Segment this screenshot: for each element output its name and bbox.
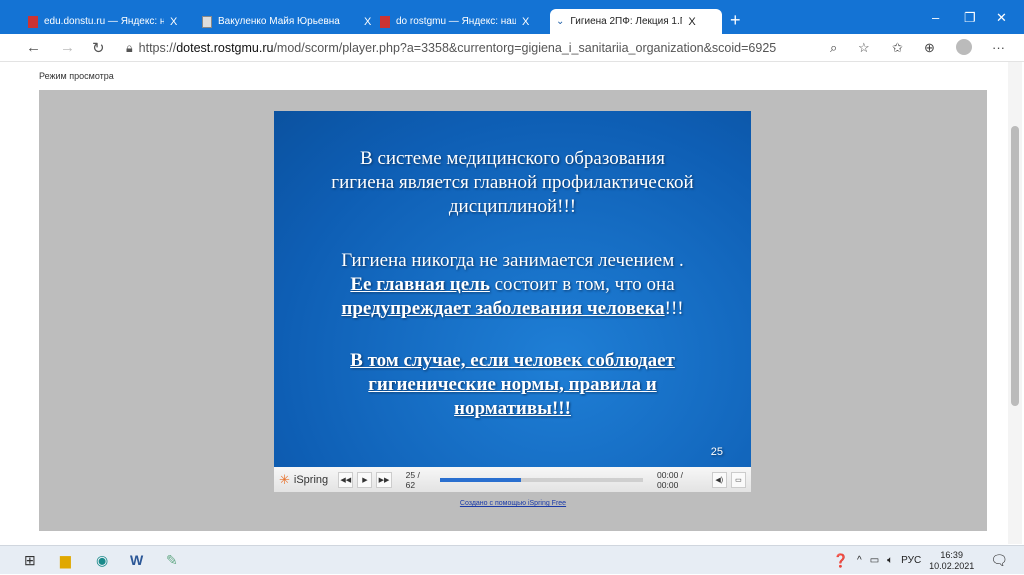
minimize-button[interactable]: – — [932, 10, 939, 25]
progress-bar[interactable] — [440, 477, 644, 482]
word-icon[interactable]: W — [130, 552, 143, 568]
slide-line: гигиена является главной профилактическо… — [331, 172, 694, 193]
close-tab-icon[interactable]: X — [688, 16, 695, 28]
yandex-icon — [380, 15, 390, 28]
slide-text: состоит в том, что она — [489, 274, 675, 295]
tab-label: Гигиена 2ПФ: Лекция 1.Гигиена — [570, 16, 682, 27]
more-menu-icon[interactable]: ··· — [992, 40, 1005, 55]
scorm-player-area: В системе медицинского образования гигие… — [39, 90, 987, 531]
battery-icon[interactable]: ▭ — [870, 555, 879, 566]
browser-tab[interactable]: edu.donstu.ru — Яндекс: нашлось X — [22, 9, 183, 34]
address-bar-row: ← → ↻ 🔒︎ https://dotest.rostgmu.ru/mod/sc… — [0, 34, 1024, 62]
slide-emphasis: предупреждает заболевания человека — [341, 298, 665, 319]
app-icon[interactable]: ✎ — [166, 552, 178, 569]
browser-tab-active[interactable]: ⌄ Гигиена 2ПФ: Лекция 1.Гигиена X — [550, 9, 722, 34]
slide-emphasis: Ее главная цель — [350, 274, 490, 295]
volume-icon[interactable]: ◀) — [711, 471, 727, 488]
url-host: dotest.rostgmu.ru — [176, 41, 274, 55]
clock-time: 16:39 — [940, 549, 963, 560]
browser-tab[interactable]: do rostgmu — Яндекс: нашлось X — [374, 9, 535, 34]
next-slide-button[interactable]: ▶▶ — [376, 471, 392, 488]
volume-icon[interactable]: 🔈︎ — [887, 555, 893, 566]
system-tray: ❓ ^ ▭ 🔈︎ РУС 16:39 10.02.2021 🗨︎ — [833, 546, 1024, 575]
zoom-icon[interactable]: ⌕ — [830, 40, 837, 56]
time-display: 00:00 / 00:00 — [657, 469, 684, 490]
fullscreen-icon[interactable]: ▭ — [730, 471, 747, 488]
profile-avatar[interactable] — [956, 39, 972, 55]
close-tab-icon[interactable]: X — [364, 16, 371, 28]
ispring-brand: iSpring — [293, 473, 329, 486]
view-mode-label: Режим просмотра — [39, 71, 114, 81]
chevron-up-icon[interactable]: ^ — [857, 555, 862, 566]
favorites-icon[interactable]: ✩ — [892, 40, 903, 56]
clock-date: 10.02.2021 — [929, 560, 975, 571]
notifications-icon[interactable]: 🗨︎ — [990, 552, 1008, 569]
slide-paragraph-2: Гигиена никогда не занимается лечением .… — [274, 249, 751, 321]
play-button[interactable]: ▶ — [357, 471, 373, 488]
close-window-button[interactable]: ✕ — [996, 10, 1007, 26]
scrollbar-thumb[interactable] — [1011, 126, 1019, 406]
file-explorer-icon[interactable]: ▆ — [60, 552, 71, 569]
slide-paragraph-3: В том случае, если человек соблюдает гиг… — [274, 349, 751, 421]
slide-line: Гигиена никогда не занимается лечением . — [341, 250, 684, 271]
browser-tab[interactable]: Вакуленко Майя Юрьевна X — [196, 9, 377, 34]
slide-number: 25 — [710, 446, 723, 458]
url-field[interactable]: 🔒︎ https://dotest.rostgmu.ru/mod/scorm/pl… — [116, 37, 816, 59]
slide-line: Ее главная цель состоит в том, что она — [274, 273, 751, 297]
yandex-icon — [28, 15, 38, 28]
close-tab-icon[interactable]: X — [170, 16, 177, 28]
slide-counter: 25 / 62 — [405, 469, 420, 490]
favorite-add-icon[interactable]: ☆ — [858, 40, 870, 56]
slide: В системе медицинского образования гигие… — [274, 111, 751, 467]
previous-slide-button[interactable]: ◀◀ — [338, 471, 354, 488]
slide-text: !!! — [664, 298, 684, 319]
ispring-credit-link[interactable]: Создано с помощью iSpring Free — [39, 500, 987, 507]
refresh-icon[interactable]: ↻ — [92, 39, 105, 57]
collections-icon[interactable]: ⊕ — [924, 40, 935, 56]
back-icon[interactable]: ← — [26, 39, 41, 56]
new-tab-button[interactable]: + — [730, 10, 741, 31]
page-scrollbar[interactable] — [1008, 62, 1022, 544]
slide-line: гигиенические нормы, правила и — [368, 374, 657, 395]
slide-line: В системе медицинского образования — [360, 148, 665, 169]
tab-label: edu.donstu.ru — Яндекс: нашлось — [44, 16, 164, 27]
help-icon[interactable]: ❓ — [833, 553, 849, 569]
tab-label: Вакуленко Майя Юрьевна — [218, 16, 340, 27]
slide-line: В том случае, если человек соблюдает — [350, 350, 675, 371]
lock-icon: 🔒︎ — [126, 40, 133, 55]
forward-icon[interactable]: → — [60, 39, 75, 56]
close-tab-icon[interactable]: X — [522, 16, 529, 28]
url-prefix: https:// — [138, 41, 177, 55]
slide-line: нормативы!!! — [454, 398, 571, 419]
slide-line: предупреждает заболевания человека!!! — [274, 297, 751, 321]
progress-fill — [440, 477, 522, 482]
tab-strip: edu.donstu.ru — Яндекс: нашлось X Вакулен… — [0, 0, 1024, 34]
url-path: /mod/scorm/player.php?a=3358&currentorg=… — [273, 41, 777, 55]
profile-icon — [202, 15, 212, 28]
clock[interactable]: 16:39 10.02.2021 — [929, 550, 974, 572]
restore-button[interactable]: ❐ — [964, 10, 976, 26]
windows-start-icon[interactable]: ⊞ — [24, 552, 36, 569]
slide-paragraph-1: В системе медицинского образования гигие… — [274, 147, 751, 219]
moodle-icon: ⌄ — [556, 16, 565, 27]
language-indicator[interactable]: РУС — [901, 555, 921, 566]
tab-label: do rostgmu — Яндекс: нашлось — [396, 16, 516, 27]
ispring-logo-icon: ✳ — [279, 471, 290, 487]
slide-line: дисциплиной!!! — [448, 196, 577, 217]
player-controls: ✳ iSpring ◀◀ ▶ ▶▶ 25 / 62 00:00 / 00:00 … — [274, 467, 751, 492]
taskbar: ⊞ ▆ ◉ W ✎ ❓ ^ ▭ 🔈︎ РУС 16:39 10.02.2021 🗨… — [0, 545, 1024, 574]
edge-icon[interactable]: ◉ — [96, 552, 108, 569]
